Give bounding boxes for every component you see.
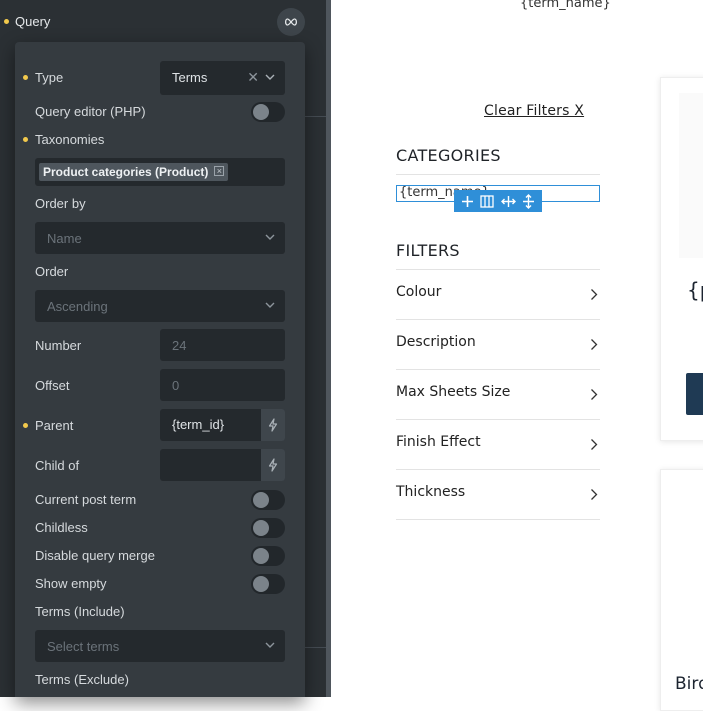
number-label: Number: [35, 338, 82, 353]
parent-value: {term_id}: [172, 417, 225, 432]
panel-divider: [305, 116, 326, 117]
taxonomies-label: Taxonomies: [35, 132, 105, 147]
dynamic-data-button[interactable]: [261, 409, 285, 441]
offset-label: Offset: [35, 378, 70, 393]
query-control-label: Query: [15, 14, 51, 29]
changed-indicator-dot: [4, 19, 9, 24]
query-control: Query: [0, 0, 326, 42]
chevron-right-icon: [591, 339, 598, 350]
current-post-term-label: Current post term: [35, 492, 137, 507]
current-post-term-toggle[interactable]: [251, 490, 285, 510]
term-name-heading: {term_name}: [520, 0, 611, 11]
product-title: {p: [687, 278, 703, 302]
childless-toggle[interactable]: [251, 518, 285, 538]
order-by-select[interactable]: Name: [35, 222, 285, 254]
toggle-knob: [253, 520, 269, 536]
child-of-input[interactable]: [160, 449, 285, 481]
divider: [396, 519, 600, 520]
childless-label: Childless: [35, 520, 88, 535]
toggle-knob: [253, 104, 269, 120]
move-horizontal-icon[interactable]: [500, 195, 516, 208]
query-editor-label: Query editor (PHP): [35, 104, 146, 119]
parent-input[interactable]: {term_id}: [160, 409, 285, 441]
changed-indicator-dot: [23, 137, 28, 142]
order-by-label: Order by: [35, 196, 86, 211]
product-title: Bird: [675, 674, 703, 694]
move-vertical-icon[interactable]: [522, 193, 535, 209]
type-select-value: Terms: [172, 70, 208, 85]
clear-filters-link[interactable]: Clear Filters X: [484, 103, 584, 119]
element-toolbar: [454, 190, 542, 212]
order-value: Ascending: [47, 299, 108, 314]
builder-panel: Query Type Terms ✕ Query editor (PHP) Ta…: [0, 0, 326, 697]
chevron-down-icon: [265, 302, 275, 308]
clear-icon[interactable]: ✕: [247, 69, 259, 86]
columns-icon[interactable]: [480, 194, 495, 208]
show-empty-toggle[interactable]: [251, 574, 285, 594]
taxonomy-tag-label: Product categories (Product): [43, 165, 209, 179]
show-empty-label: Show empty: [35, 576, 107, 591]
offset-placeholder: 0: [172, 378, 180, 393]
panel-divider: [305, 647, 326, 648]
changed-indicator-dot: [23, 75, 28, 80]
chevron-right-icon: [591, 289, 598, 300]
infinity-icon: [284, 18, 298, 26]
chevron-right-icon: [591, 439, 598, 450]
plus-icon[interactable]: [461, 195, 474, 208]
taxonomies-multiselect[interactable]: Product categories (Product) ×: [35, 158, 285, 186]
filters-title: FILTERS: [396, 241, 460, 260]
remove-tag-icon[interactable]: ×: [214, 166, 225, 176]
chevron-right-icon: [591, 389, 598, 400]
terms-include-label: Terms (Include): [35, 604, 125, 619]
chevron-down-icon: [265, 74, 275, 80]
product-card[interactable]: {p: [660, 77, 703, 441]
filter-label: Finish Effect: [396, 434, 481, 450]
child-of-label: Child of: [35, 458, 80, 473]
filter-item-max-sheets-size[interactable]: Max Sheets Size: [396, 370, 600, 420]
filter-item-colour[interactable]: Colour: [396, 270, 600, 320]
terms-include-select[interactable]: Select terms: [35, 630, 285, 662]
filter-label: Thickness: [396, 484, 466, 500]
filter-item-finish-effect[interactable]: Finish Effect: [396, 420, 600, 470]
filter-label: Description: [396, 334, 476, 350]
categories-title: CATEGORIES: [396, 146, 501, 165]
terms-exclude-label: Terms (Exclude): [35, 672, 129, 687]
toggle-knob: [253, 492, 269, 508]
divider: [396, 174, 600, 175]
product-image: [679, 93, 703, 258]
type-label: Type: [35, 70, 64, 85]
lightning-icon: [268, 418, 278, 432]
filter-label: Colour: [396, 284, 442, 300]
panel-resize-handle[interactable]: [326, 0, 331, 697]
disable-query-merge-toggle[interactable]: [251, 546, 285, 566]
changed-indicator-dot: [23, 423, 28, 428]
chevron-right-icon: [591, 489, 598, 500]
filter-item-description[interactable]: Description: [396, 320, 600, 370]
order-select[interactable]: Ascending: [35, 290, 285, 322]
parent-label: Parent: [35, 418, 74, 433]
toggle-knob: [253, 576, 269, 592]
filter-item-thickness[interactable]: Thickness: [396, 470, 600, 520]
toggle-knob: [253, 548, 269, 564]
terms-include-placeholder: Select terms: [47, 639, 120, 654]
order-by-value: Name: [47, 231, 82, 246]
number-input[interactable]: 24: [160, 329, 285, 361]
dynamic-data-button[interactable]: [261, 449, 285, 481]
lightning-icon: [268, 458, 278, 472]
query-editor-toggle[interactable]: [251, 102, 285, 122]
disable-query-merge-label: Disable query merge: [35, 548, 155, 563]
type-select[interactable]: Terms ✕: [160, 61, 285, 95]
taxonomy-tag: Product categories (Product) ×: [39, 163, 229, 181]
product-button[interactable]: [686, 373, 703, 415]
chevron-down-icon: [265, 234, 275, 240]
offset-input[interactable]: 0: [160, 369, 285, 401]
query-loop-toggle-button[interactable]: [277, 8, 305, 36]
query-settings-popup: Type Terms ✕ Query editor (PHP) Taxonomi…: [15, 42, 305, 697]
filter-label: Max Sheets Size: [396, 384, 511, 400]
chevron-down-icon: [265, 642, 275, 648]
number-placeholder: 24: [172, 338, 187, 353]
order-label: Order: [35, 264, 69, 279]
